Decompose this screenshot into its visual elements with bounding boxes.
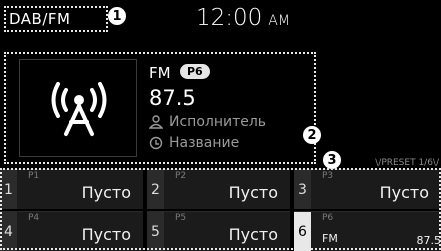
song-title-icon — [149, 136, 163, 150]
station-art — [19, 59, 137, 157]
preset-grid-outline — [0, 168, 441, 250]
person-icon — [149, 115, 163, 129]
source-label[interactable]: DAB/FM — [9, 10, 70, 28]
preset-badge: P6 — [180, 64, 210, 79]
frequency-display: 87.5 — [149, 86, 196, 110]
callout-1: 1 — [108, 7, 126, 25]
preset-page-indicator: \/PRESET 1/6\/ — [375, 158, 439, 168]
callout-2: 2 — [303, 126, 321, 144]
broadcast-antenna-icon — [20, 60, 138, 158]
title-row: Название — [149, 135, 239, 151]
callout-3: 3 — [323, 151, 341, 169]
clock: 12:00 AM — [196, 5, 290, 31]
clock-time: 12:00 — [196, 5, 262, 31]
artist-row: Исполнитель — [149, 114, 266, 130]
artist-label: Исполнитель — [169, 114, 266, 130]
clock-ampm: AM — [268, 13, 290, 29]
band-label: FM — [149, 64, 171, 82]
title-label: Название — [169, 135, 239, 151]
